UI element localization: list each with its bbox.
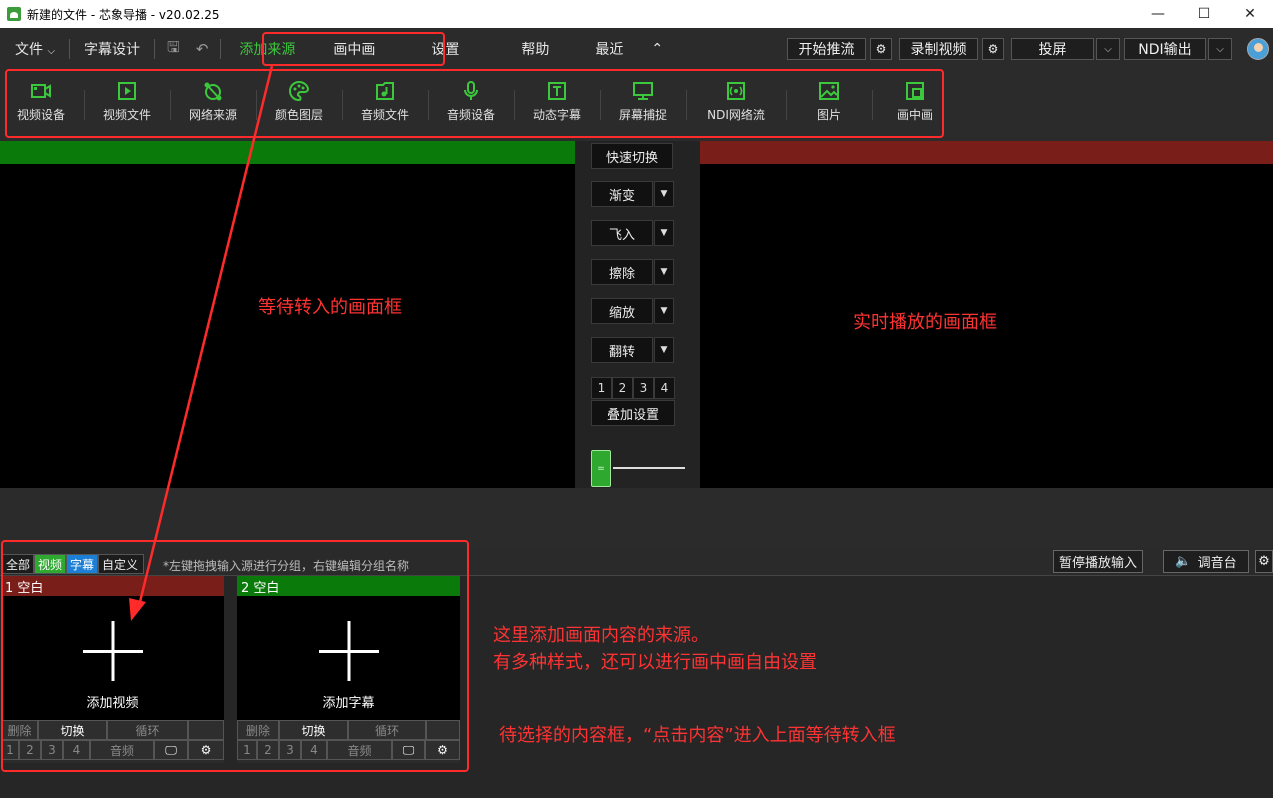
record-video-button[interactable]: 录制视频 <box>899 38 978 60</box>
recent-menu[interactable]: 最近 <box>585 39 633 59</box>
help-menu[interactable]: 帮助 <box>511 39 559 59</box>
select-annotation: 待选择的内容框，“点击内容”进入上面等待转入框 <box>499 725 896 746</box>
overlay-layer-3[interactable]: 3 <box>633 377 654 399</box>
transition-zoom-button[interactable]: 缩放 <box>591 298 653 324</box>
speaker-icon: 🔈 <box>1175 554 1192 569</box>
flip-dropdown-icon[interactable]: ▼ <box>654 337 674 363</box>
mixer-gear-icon[interactable]: ⚙ <box>1255 550 1273 573</box>
wipe-dropdown-icon[interactable]: ▼ <box>654 259 674 285</box>
transition-flip-button[interactable]: 翻转 <box>591 337 653 363</box>
transition-slider-handle[interactable]: = <box>591 450 611 487</box>
start-stream-button[interactable]: 开始推流 <box>787 38 866 60</box>
audio-mixer-button[interactable]: 🔈 调音台 <box>1163 550 1249 573</box>
subtitle-design-menu[interactable]: 字幕设计 <box>74 39 150 59</box>
preview-annotation: 等待转入的画面框 <box>258 297 402 318</box>
preview-status-bar <box>0 141 575 164</box>
user-avatar[interactable] <box>1247 38 1269 60</box>
overlay-layer-1[interactable]: 1 <box>591 377 612 399</box>
pause-input-button[interactable]: 暂停播放输入 <box>1053 550 1143 573</box>
program-annotation: 实时播放的画面框 <box>853 312 997 333</box>
maximize-button[interactable]: ☐ <box>1181 0 1227 28</box>
undo-icon[interactable]: ↶ <box>188 40 217 58</box>
transition-slider-track[interactable] <box>613 467 685 469</box>
overlay-layer-2[interactable]: 2 <box>612 377 633 399</box>
record-settings-gear-icon[interactable]: ⚙ <box>982 38 1004 60</box>
source-annotation-line1: 这里添加画面内容的来源。 <box>493 625 709 646</box>
file-menu[interactable]: 文件 ⌵ <box>5 39 65 59</box>
overlay-layer-selector: 1 2 3 4 <box>591 377 675 399</box>
highlight-source-cards <box>1 540 469 772</box>
menu-divider <box>154 39 156 59</box>
highlight-source-toolbar <box>5 69 944 138</box>
lower-spacer <box>0 488 1273 548</box>
project-button[interactable]: 投屏 <box>1011 38 1094 60</box>
overlay-layer-4[interactable]: 4 <box>654 377 675 399</box>
transition-wipe-button[interactable]: 擦除 <box>591 259 653 285</box>
audio-mixer-label: 调音台 <box>1197 556 1237 571</box>
minimize-button[interactable]: — <box>1135 0 1181 28</box>
preview-frame[interactable] <box>0 164 575 488</box>
menu-divider <box>69 39 71 59</box>
window-controls: — ☐ ✕ <box>1135 0 1273 28</box>
window-title: 新建的文件 - 芯象导播 - v20.02.25 <box>27 7 220 22</box>
source-annotation-line2: 有多种样式，还可以进行画中画自由设置 <box>493 652 817 673</box>
overlay-settings-button[interactable]: 叠加设置 <box>591 400 675 426</box>
fly-in-dropdown-icon[interactable]: ▼ <box>654 220 674 246</box>
ndi-dropdown-chevron-icon[interactable]: ⌵ <box>1208 38 1232 60</box>
app-logo-icon <box>7 7 21 21</box>
project-dropdown-chevron-icon[interactable]: ⌵ <box>1096 38 1120 60</box>
ndi-output-button[interactable]: NDI输出 <box>1124 38 1206 60</box>
save-icon[interactable]: 🖫 <box>159 37 188 62</box>
stream-settings-gear-icon[interactable]: ⚙ <box>870 38 892 60</box>
transition-fly-in-button[interactable]: 飞入 <box>591 220 653 246</box>
collapse-toolbar-icon[interactable]: ⌃ <box>641 41 673 57</box>
zoom-dropdown-icon[interactable]: ▼ <box>654 298 674 324</box>
title-bar: 新建的文件 - 芯象导播 - v20.02.25 — ☐ ✕ <box>0 0 1273 28</box>
program-status-bar <box>700 141 1273 164</box>
fade-dropdown-icon[interactable]: ▼ <box>654 181 674 207</box>
transition-panel: 快速切换 渐变 ▼ 飞入 ▼ 擦除 ▼ 缩放 ▼ 翻转 ▼ 1 2 3 4 叠加… <box>575 141 700 488</box>
menu-divider <box>220 39 222 59</box>
close-button[interactable]: ✕ <box>1227 0 1273 28</box>
highlight-add-source-menu <box>262 32 445 66</box>
transition-fade-button[interactable]: 渐变 <box>591 181 653 207</box>
quick-switch-button[interactable]: 快速切换 <box>591 143 673 169</box>
